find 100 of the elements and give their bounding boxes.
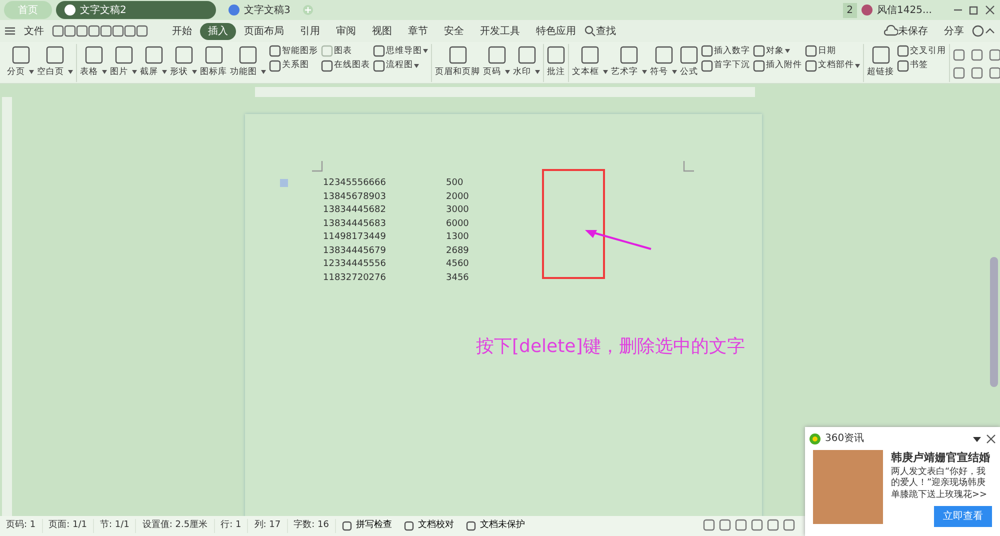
ribbon-button[interactable]: 书签 xyxy=(896,58,947,73)
scrollbar-thumb[interactable] xyxy=(990,257,998,387)
ribbon-button[interactable]: 超链接 xyxy=(866,44,895,80)
ribbon-button[interactable]: 分页 xyxy=(6,44,35,80)
view-button[interactable] xyxy=(783,519,795,533)
plus-icon xyxy=(302,4,314,16)
tool-square-icon xyxy=(897,60,909,72)
ribbon-button[interactable]: 图标库 xyxy=(199,44,228,80)
status-button[interactable]: 文档校对 xyxy=(398,519,460,533)
status-button[interactable]: 拼写检查 xyxy=(336,519,398,533)
layout-button[interactable] xyxy=(970,48,984,62)
search-button[interactable]: 查找 xyxy=(596,22,624,40)
tool-square-icon xyxy=(581,46,599,64)
tool-square-icon xyxy=(872,46,890,64)
tool-square-icon xyxy=(12,46,30,64)
ribbon-button[interactable]: 首字下沉 xyxy=(700,58,751,73)
view-button[interactable] xyxy=(751,519,763,533)
search-icon xyxy=(584,25,596,37)
tool-square-icon xyxy=(701,60,713,72)
ribbon-button[interactable]: 功能图 xyxy=(229,44,267,80)
ribbon-button[interactable]: 截屏 xyxy=(139,44,168,80)
tool-square-icon xyxy=(321,60,333,72)
logo-icon xyxy=(809,432,821,444)
ribbon-button[interactable]: 表格 xyxy=(79,44,108,80)
layout-button[interactable] xyxy=(988,48,1000,62)
table-cell-text: 13845678903 xyxy=(323,190,387,204)
layout-button[interactable] xyxy=(952,66,966,80)
ribbon-button[interactable]: 形状 xyxy=(169,44,198,80)
table-cell-text: 13834445682 xyxy=(323,204,387,217)
tool-square-icon xyxy=(547,46,565,64)
avatar-icon xyxy=(861,4,873,16)
table-cell-text: 1300 xyxy=(446,231,469,244)
tool-square-icon xyxy=(46,46,64,64)
share-button[interactable]: 分享 xyxy=(936,22,972,40)
ribbon-button[interactable]: 流程图 xyxy=(372,58,429,73)
tool-square-icon xyxy=(114,46,132,64)
view-button[interactable] xyxy=(719,519,731,533)
ribbon-button[interactable]: 批注 xyxy=(546,44,566,80)
tool-square-icon xyxy=(971,66,983,79)
help-icon xyxy=(972,25,984,37)
ribbon-tab[interactable]: 开发工具 xyxy=(472,22,528,40)
ribbon-button[interactable]: 关系图 xyxy=(268,58,319,73)
ribbon-tab[interactable]: 审阅 xyxy=(328,22,364,40)
ribbon-tab[interactable]: 开始 xyxy=(164,22,200,40)
ribbon-tab[interactable]: 特色应用 xyxy=(528,22,584,40)
ribbon-button[interactable]: 页眉和页脚 xyxy=(434,44,481,80)
ribbon-button[interactable]: 页码 xyxy=(482,44,511,80)
table-cell-text: 11832720276 xyxy=(323,272,387,284)
save-status[interactable]: 未保存 xyxy=(898,22,936,40)
corner-mark-drawing xyxy=(312,161,323,172)
ribbon-button[interactable]: 智能图形 xyxy=(268,44,319,58)
ribbon-tab[interactable]: 视图 xyxy=(364,22,400,40)
ad-headline[interactable]: 韩庚卢靖姗官宣结婚 xyxy=(891,450,992,466)
status-item: 节: 1/1 xyxy=(94,519,136,533)
ribbon-button[interactable]: 交叉引用 xyxy=(896,44,947,58)
ribbon-tab[interactable]: 引用 xyxy=(292,22,328,40)
tool-square-icon xyxy=(753,60,765,72)
ribbon-button[interactable]: 插入附件 xyxy=(752,58,803,73)
ribbon-button[interactable]: 日期 xyxy=(804,44,861,58)
table-cell-text: 3000 xyxy=(446,204,469,217)
ribbon-button[interactable]: 艺术字 xyxy=(610,44,648,80)
tool-square-icon xyxy=(321,44,333,57)
ribbon-button[interactable]: 符号 xyxy=(649,44,678,80)
ribbon-button[interactable]: 对象 xyxy=(752,44,803,58)
layout-button[interactable] xyxy=(970,66,984,80)
close-icon xyxy=(984,4,996,16)
view-icon xyxy=(703,519,715,532)
tool-square-icon xyxy=(269,44,281,57)
ribbon-button[interactable]: 插入数字 xyxy=(700,44,751,58)
table-cell-text: 2000 xyxy=(446,190,469,204)
ribbon-button[interactable]: 思维导图 xyxy=(372,44,429,58)
ribbon-tab[interactable]: 安全 xyxy=(436,22,472,40)
ribbon-button[interactable]: 空白页 xyxy=(36,44,74,80)
arrow-drawing xyxy=(583,229,653,251)
layout-button[interactable] xyxy=(952,48,966,62)
ribbon-tab[interactable]: 页面布局 xyxy=(236,22,292,40)
ribbon-tab[interactable]: 章节 xyxy=(400,22,436,40)
file-menu[interactable]: 文件 xyxy=(16,22,52,40)
tool-square-icon xyxy=(204,46,222,64)
ribbon-button[interactable]: 公式 xyxy=(679,44,699,80)
status-item: 列: 17 xyxy=(248,519,288,533)
tool-square-icon xyxy=(971,48,983,61)
view-button[interactable] xyxy=(767,519,779,533)
ribbon-button[interactable]: 文本框 xyxy=(571,44,609,80)
ribbon-button[interactable]: 文档部件 xyxy=(804,58,861,73)
tool-square-icon xyxy=(701,44,713,57)
ribbon-button[interactable]: 在线图表 xyxy=(320,58,371,73)
ribbon-button[interactable]: 水印 xyxy=(512,44,541,80)
layout-button[interactable] xyxy=(988,66,1000,80)
cloud-icon xyxy=(884,25,898,37)
view-button[interactable] xyxy=(735,519,747,533)
status-button[interactable]: 文档未保护 xyxy=(460,519,531,533)
ribbon-button[interactable]: 图片 xyxy=(109,44,138,80)
document-tab[interactable]: 文字文稿3 xyxy=(220,1,298,19)
tool-square-icon xyxy=(953,66,965,79)
ad-text: 两人发文表白“你好，我的爱人！”迎亲现场韩庚单膝跪下送上玫瑰花>> xyxy=(891,466,988,502)
view-button[interactable] xyxy=(703,519,715,533)
document-tab[interactable]: 文字文稿2 xyxy=(56,1,216,19)
table-cell-text: 11498173449 xyxy=(323,231,387,244)
ribbon-tab[interactable]: 插入 xyxy=(200,22,236,40)
